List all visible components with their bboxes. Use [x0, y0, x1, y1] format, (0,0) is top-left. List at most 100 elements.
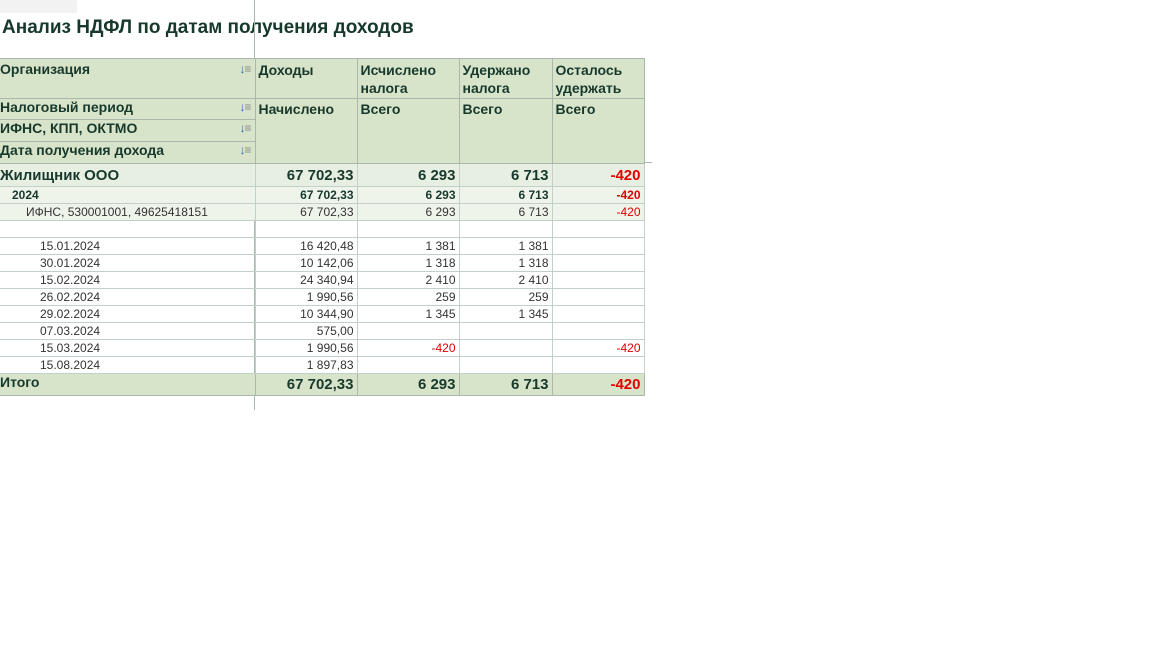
income-cell[interactable]: 1 990,56 — [255, 339, 358, 357]
column-header-tax-remaining[interactable]: Осталось удержать — [552, 58, 645, 99]
table-row[interactable] — [0, 220, 645, 238]
tax-withheld-total-cell[interactable]: 6 713 — [459, 373, 553, 396]
ifns-row[interactable]: ИФНС, 530001001, 49625418151 67 702,33 6… — [0, 203, 645, 221]
table-row[interactable]: 30.01.2024 10 142,06 1 318 1 318 — [0, 254, 645, 272]
group-header-label: ИФНС, КПП, ОКТМО — [0, 120, 138, 137]
ndfl-report-table: Организация ↓≡ Доходы Исчислено налога Уд… — [0, 58, 645, 396]
income-cell[interactable]: 10 142,06 — [255, 254, 358, 272]
tax-withheld-cell[interactable]: 6 713 — [459, 203, 553, 221]
group-header-label: Дата получения дохода — [0, 142, 165, 159]
tax-calculated-cell[interactable] — [357, 356, 460, 374]
tax-withheld-cell[interactable]: 6 713 — [459, 163, 553, 187]
column-subheader-accrued[interactable]: Начислено — [255, 98, 358, 164]
income-cell[interactable]: 16 420,48 — [255, 237, 358, 255]
table-row[interactable]: 26.02.2024 1 990,56 259 259 — [0, 288, 645, 306]
sheet-corner-cell — [0, 0, 77, 13]
income-cell[interactable] — [255, 220, 358, 238]
tax-withheld-cell[interactable]: 1 345 — [459, 305, 553, 323]
tax-withheld-cell[interactable]: 6 713 — [459, 186, 553, 204]
tax-withheld-cell[interactable]: 1 318 — [459, 254, 553, 272]
income-date-cell[interactable]: 26.02.2024 — [0, 288, 256, 306]
organization-name[interactable]: Жилищник ООО — [0, 163, 256, 187]
income-cell[interactable]: 24 340,94 — [255, 271, 358, 289]
sort-down-icon[interactable]: ↓≡ — [239, 100, 251, 114]
income-date-cell[interactable]: 30.01.2024 — [0, 254, 256, 272]
tax-remaining-cell[interactable] — [552, 237, 645, 255]
income-cell[interactable]: 67 702,33 — [255, 163, 358, 187]
tax-withheld-cell[interactable] — [459, 220, 553, 238]
income-date-cell[interactable] — [0, 220, 256, 238]
tax-remaining-cell[interactable] — [552, 271, 645, 289]
tax-remaining-cell[interactable] — [552, 254, 645, 272]
tax-calculated-cell[interactable]: 6 293 — [357, 186, 460, 204]
tax-remaining-cell[interactable] — [552, 305, 645, 323]
organization-row[interactable]: Жилищник ООО 67 702,33 6 293 6 713 -420 — [0, 163, 645, 187]
column-header-income[interactable]: Доходы — [255, 58, 358, 99]
income-date-cell[interactable]: 15.08.2024 — [0, 356, 256, 374]
column-subheader-total[interactable]: Всего — [459, 98, 553, 164]
tax-calculated-cell[interactable]: 1 345 — [357, 305, 460, 323]
group-header-tax-period[interactable]: Налоговый период ↓≡ — [0, 98, 256, 120]
tax-remaining-cell[interactable] — [552, 288, 645, 306]
tax-calculated-cell[interactable] — [357, 220, 460, 238]
table-row[interactable]: 29.02.2024 10 344,90 1 345 1 345 — [0, 305, 645, 323]
income-cell[interactable]: 1 990,56 — [255, 288, 358, 306]
group-header-income-date[interactable]: Дата получения дохода ↓≡ — [0, 141, 256, 164]
tax-withheld-cell[interactable] — [459, 322, 553, 340]
tax-calculated-cell[interactable]: 1 381 — [357, 237, 460, 255]
table-row[interactable]: 15.03.2024 1 990,56 -420 -420 — [0, 339, 645, 357]
tax-calculated-cell[interactable]: 6 293 — [357, 203, 460, 221]
tax-withheld-cell[interactable]: 259 — [459, 288, 553, 306]
tax-withheld-cell[interactable]: 2 410 — [459, 271, 553, 289]
income-date-cell[interactable]: 15.01.2024 — [0, 237, 256, 255]
tax-period-row[interactable]: 2024 67 702,33 6 293 6 713 -420 — [0, 186, 645, 204]
sort-down-icon[interactable]: ↓≡ — [239, 143, 251, 157]
tax-withheld-cell[interactable]: 1 381 — [459, 237, 553, 255]
income-cell[interactable]: 10 344,90 — [255, 305, 358, 323]
income-cell[interactable]: 67 702,33 — [255, 203, 358, 221]
sort-down-icon[interactable]: ↓≡ — [239, 121, 251, 135]
tax-remaining-cell[interactable]: -420 — [552, 203, 645, 221]
income-cell[interactable]: 575,00 — [255, 322, 358, 340]
income-total-cell[interactable]: 67 702,33 — [255, 373, 358, 396]
income-cell[interactable]: 1 897,83 — [255, 356, 358, 374]
tax-remaining-cell[interactable]: -420 — [552, 163, 645, 187]
column-subheader-total[interactable]: Всего — [552, 98, 645, 164]
tax-calculated-cell[interactable]: 6 293 — [357, 163, 460, 187]
table-row[interactable]: 07.03.2024 575,00 — [0, 322, 645, 340]
tax-calculated-total-cell[interactable]: 6 293 — [357, 373, 460, 396]
income-date-cell[interactable]: 07.03.2024 — [0, 322, 256, 340]
tax-period-label[interactable]: 2024 — [0, 186, 256, 204]
tax-remaining-total-cell[interactable]: -420 — [552, 373, 645, 396]
tax-remaining-cell[interactable]: -420 — [552, 339, 645, 357]
tax-calculated-cell[interactable]: 1 318 — [357, 254, 460, 272]
ifns-label[interactable]: ИФНС, 530001001, 49625418151 — [0, 203, 256, 221]
group-header-organization[interactable]: Организация ↓≡ — [0, 58, 256, 99]
tax-remaining-cell[interactable] — [552, 322, 645, 340]
table-row[interactable]: 15.01.2024 16 420,48 1 381 1 381 — [0, 237, 645, 255]
tax-withheld-cell[interactable] — [459, 356, 553, 374]
tax-remaining-cell[interactable] — [552, 356, 645, 374]
column-header-tax-withheld[interactable]: Удержано налога — [459, 58, 553, 99]
group-header-label: Организация — [0, 61, 91, 77]
header-row: Налоговый период ↓≡ Начислено Всего Всего… — [0, 98, 645, 164]
tax-remaining-cell[interactable] — [552, 220, 645, 238]
column-header-tax-calculated[interactable]: Исчислено налога — [357, 58, 460, 99]
income-date-cell[interactable]: 29.02.2024 — [0, 305, 256, 323]
column-subheader-total[interactable]: Всего — [357, 98, 460, 164]
table-row[interactable]: 15.08.2024 1 897,83 — [0, 356, 645, 374]
total-row[interactable]: Итого 67 702,33 6 293 6 713 -420 — [0, 373, 645, 396]
tax-calculated-cell[interactable]: 259 — [357, 288, 460, 306]
tax-withheld-cell[interactable] — [459, 339, 553, 357]
sort-down-icon[interactable]: ↓≡ — [239, 62, 251, 76]
group-header-ifns[interactable]: ИФНС, КПП, ОКТМО ↓≡ — [0, 119, 256, 142]
tax-calculated-cell[interactable] — [357, 322, 460, 340]
income-date-cell[interactable]: 15.02.2024 — [0, 271, 256, 289]
income-date-cell[interactable]: 15.03.2024 — [0, 339, 256, 357]
tax-calculated-cell[interactable]: -420 — [357, 339, 460, 357]
header-row: Организация ↓≡ Доходы Исчислено налога Уд… — [0, 58, 645, 99]
tax-remaining-cell[interactable]: -420 — [552, 186, 645, 204]
table-row[interactable]: 15.02.2024 24 340,94 2 410 2 410 — [0, 271, 645, 289]
tax-calculated-cell[interactable]: 2 410 — [357, 271, 460, 289]
income-cell[interactable]: 67 702,33 — [255, 186, 358, 204]
